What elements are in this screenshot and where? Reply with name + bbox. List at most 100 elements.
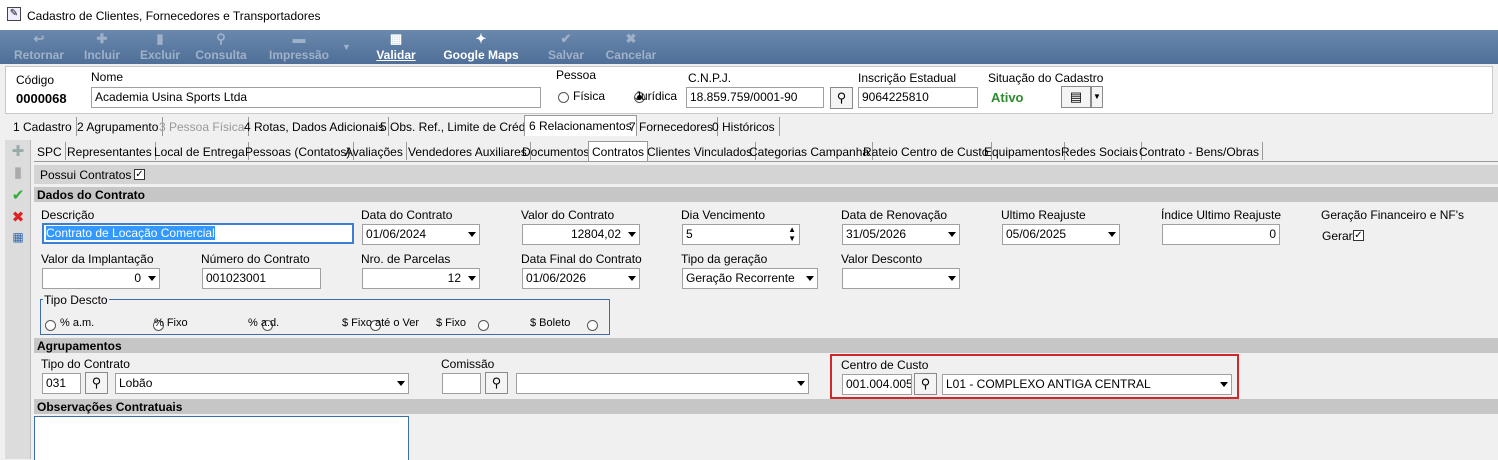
- subtab-rateio[interactable]: Rateio Centro de Custo: [860, 142, 993, 160]
- tipo-contrato-search-button[interactable]: ⚲: [85, 372, 108, 394]
- indice-reajuste-input[interactable]: 0: [1162, 224, 1280, 245]
- subtab-spc[interactable]: SPC: [34, 142, 66, 160]
- descricao-label: Descrição: [41, 208, 95, 222]
- window-title: Cadastro de Clientes, Fornecedores e Tra…: [27, 9, 321, 23]
- numero-contrato-input[interactable]: 001023001: [202, 268, 321, 289]
- subtab-clientes-vinculados[interactable]: Clientes Vinculados: [644, 142, 757, 160]
- pessoa-label: Pessoa: [556, 68, 597, 82]
- incluir-button[interactable]: ✚ Incluir: [76, 30, 128, 64]
- impressao-dropdown-icon[interactable]: ▼: [342, 42, 351, 52]
- desc-boleto-label: $ Boleto: [530, 317, 571, 329]
- cnpj-lookup-button[interactable]: ⚲: [830, 87, 853, 109]
- impressao-button[interactable]: ▬ Impressão: [262, 30, 336, 64]
- tipo-desconto-group: Tipo Descto % a.m. % Fixo % a.d. $ Fixo …: [40, 293, 610, 335]
- validar-button[interactable]: ▦ Validar: [368, 30, 424, 64]
- subtab-contratos[interactable]: Contratos: [588, 141, 649, 161]
- valor-desconto-label: Valor Desconto: [841, 252, 923, 266]
- tab-cadastro[interactable]: 1 Cadastro: [9, 117, 77, 136]
- dia-vencimento-label: Dia Vencimento: [681, 208, 766, 222]
- ie-input[interactable]: 9064225810: [858, 87, 978, 108]
- contratos-panel: Possui Contratos ✓ Dados do Contrato Des…: [34, 161, 1498, 460]
- pessoa-fisica-radio[interactable]: [558, 92, 569, 104]
- validate-icon: ▦: [389, 31, 403, 46]
- comissao-select[interactable]: [516, 373, 809, 394]
- tab-agrupamento[interactable]: 2 Agrupamento: [73, 117, 164, 136]
- tipo-contrato-select[interactable]: Lobão: [115, 373, 409, 394]
- tab-relacionamentos[interactable]: 6 Relacionamentos: [524, 115, 637, 136]
- codigo-value: 0000068: [16, 91, 67, 106]
- pessoa-fisica-label: Física: [573, 89, 606, 103]
- subtab-pessoas[interactable]: Pessoas (Contatos): [242, 142, 355, 160]
- situacao-button[interactable]: ▤: [1061, 86, 1091, 108]
- search-icon: ⚲: [91, 375, 102, 390]
- valor-implantacao-input[interactable]: 0: [42, 268, 160, 289]
- consulta-button[interactable]: ⚲ Consulta: [190, 30, 252, 64]
- desc-fixo-radio[interactable]: [478, 320, 490, 332]
- close-icon[interactable]: ✖: [10, 208, 26, 226]
- spinner-icon[interactable]: ▲ ▼: [788, 225, 796, 243]
- tab-pessoa-fisica[interactable]: 3 Pessoa Física: [155, 117, 250, 136]
- ultimo-reajuste-input[interactable]: 05/06/2025: [1002, 224, 1120, 245]
- situacao-dropdown[interactable]: ▼: [1091, 86, 1103, 108]
- tipo-geracao-label: Tipo da geração: [681, 252, 768, 266]
- subtab-redes-sociais[interactable]: Redes Sociais: [1058, 142, 1142, 160]
- cnpj-input[interactable]: 18.859.759/0001-90: [686, 87, 824, 108]
- desc-fixo-label: $ Fixo: [436, 317, 466, 329]
- delete-icon[interactable]: ▮: [10, 163, 26, 181]
- centro-custo-select[interactable]: L01 - COMPLEXO ANTIGA CENTRAL: [942, 374, 1232, 395]
- dia-vencimento-input[interactable]: 5 ▲ ▼: [682, 224, 800, 245]
- left-toolbar: ✚ ▮ ✔ ✖ ▦: [5, 140, 31, 459]
- subtab-categorias[interactable]: Categorias Campanha: [746, 142, 874, 160]
- salvar-button[interactable]: ✔ Salvar: [540, 30, 592, 64]
- pessoa-juridica-label: Jurídica: [635, 89, 678, 103]
- subtab-equipamentos[interactable]: Equipamentos: [981, 142, 1065, 160]
- add-icon[interactable]: ✚: [10, 142, 26, 160]
- cancelar-button[interactable]: ✖ Cancelar: [600, 30, 662, 64]
- chevron-down-icon: [148, 276, 156, 281]
- check-icon: ✔: [560, 31, 572, 46]
- gerar-checkbox[interactable]: ✓: [1353, 230, 1364, 241]
- dados-contrato-header: Dados do Contrato: [34, 187, 1498, 202]
- close-icon: ✖: [625, 31, 637, 46]
- check-icon[interactable]: ✔: [10, 186, 26, 204]
- desc-boleto-radio[interactable]: [586, 320, 598, 332]
- desc-am-label: % a.m.: [60, 317, 95, 329]
- toolbar: ↩ Retornar ✚ Incluir ▮ Excluir ⚲ Consulta ▬ I…: [0, 30, 1498, 64]
- retornar-button[interactable]: ↩ Retornar: [8, 30, 70, 64]
- data-final-input[interactable]: 01/06/2026: [522, 268, 640, 289]
- subtab-avaliacoes[interactable]: Avaliações: [342, 142, 407, 160]
- descricao-input[interactable]: Contrato de Locação Comercial: [42, 223, 354, 244]
- tipo-contrato-code[interactable]: 031: [42, 373, 81, 394]
- subtab-contrato-bens[interactable]: Contrato - Bens/Obras: [1136, 142, 1264, 160]
- tab-obs-ref[interactable]: 5 Obs. Ref., Limite de Crédito: [376, 117, 544, 136]
- subtab-representantes[interactable]: Representantes: [64, 142, 156, 160]
- data-renovacao-input[interactable]: 31/05/2026: [842, 224, 960, 245]
- centro-custo-code[interactable]: 001.004.005: [842, 374, 912, 395]
- data-contrato-input[interactable]: 01/06/2024: [362, 224, 480, 245]
- tipo-geracao-select[interactable]: Geração Recorrente: [682, 268, 818, 289]
- google-maps-button[interactable]: ✦ Google Maps: [440, 30, 522, 64]
- ultimo-reajuste-label: Ultimo Reajuste: [1001, 208, 1086, 222]
- parcelas-input[interactable]: 12: [362, 268, 480, 289]
- centro-custo-search-button[interactable]: ⚲: [914, 373, 937, 395]
- subtab-local-entrega[interactable]: Local de Entrega: [151, 142, 249, 160]
- excluir-button[interactable]: ▮ Excluir: [134, 30, 186, 64]
- observacoes-textarea[interactable]: [34, 416, 409, 460]
- nome-input[interactable]: Academia Usina Sports Ltda: [91, 87, 541, 108]
- valor-contrato-label: Valor do Contrato: [521, 208, 615, 222]
- tab-rotas[interactable]: 4 Rotas, Dados Adicionais: [240, 117, 390, 136]
- search-icon: ⚲: [920, 376, 931, 391]
- possui-contratos-checkbox[interactable]: ✓: [134, 169, 145, 180]
- comissao-code[interactable]: [442, 373, 481, 394]
- chevron-down-icon: [948, 276, 956, 281]
- tab-fornecedores[interactable]: 7 Fornecedores: [625, 117, 719, 136]
- tab-historicos[interactable]: 0 Históricos: [708, 117, 780, 136]
- valor-contrato-input[interactable]: 12804,02: [522, 224, 640, 245]
- valor-desconto-input[interactable]: [842, 268, 960, 289]
- subtab-vendedores[interactable]: Vendedores Auxiliares: [405, 142, 531, 160]
- grid-icon[interactable]: ▦: [10, 230, 26, 244]
- comissao-search-button[interactable]: ⚲: [485, 372, 508, 394]
- desc-am-radio[interactable]: [45, 320, 56, 332]
- trash-icon: ▮: [156, 31, 164, 46]
- subtab-documentos[interactable]: Documentos: [519, 142, 594, 160]
